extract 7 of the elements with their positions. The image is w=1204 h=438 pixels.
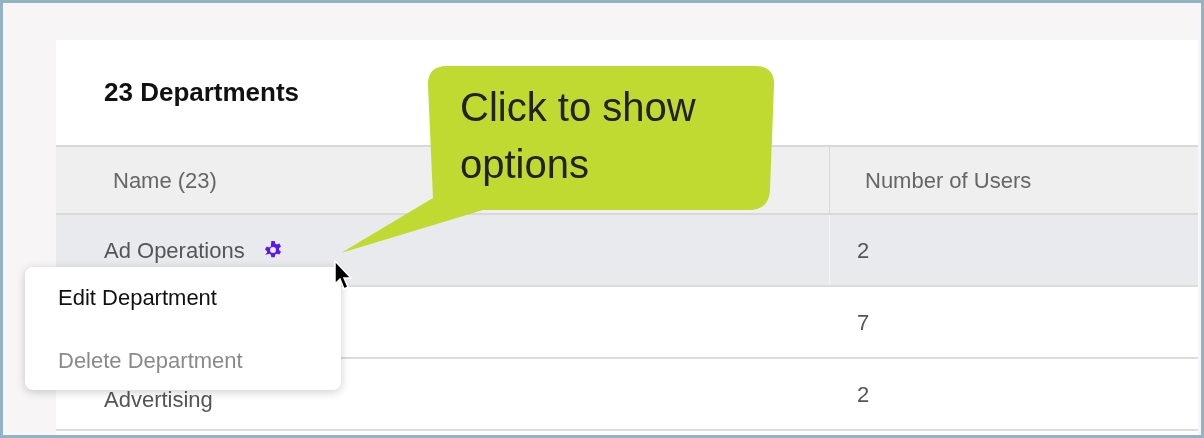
table-cell-text: 2 xyxy=(857,380,870,409)
table-cell-text: 7 xyxy=(857,308,870,337)
callout-text: Click to show options xyxy=(460,84,697,188)
page-title: 23 Departments xyxy=(104,76,300,109)
table-cell-text: Ad Operations xyxy=(104,236,245,265)
table-cell-text: Advertising xyxy=(104,385,213,414)
table-cell-text: 2 xyxy=(857,236,870,265)
